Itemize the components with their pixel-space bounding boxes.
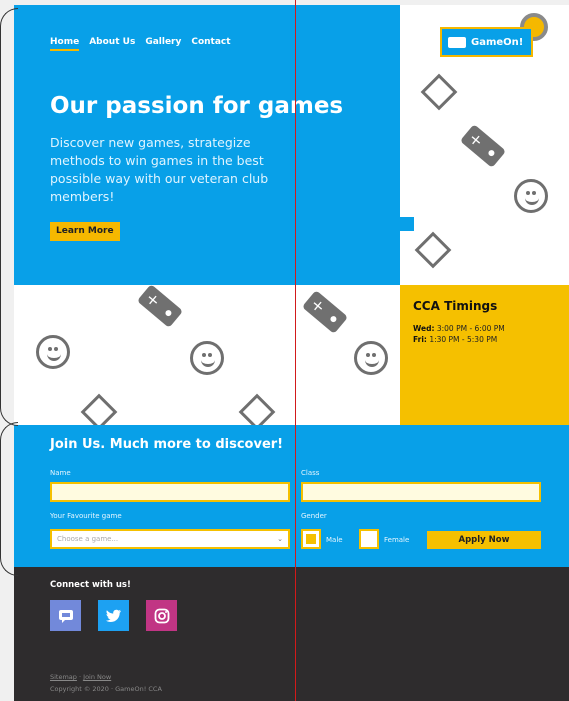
pixel-block xyxy=(358,245,372,259)
gamepad-icon xyxy=(301,290,349,334)
logo-text: GameOn! xyxy=(471,36,524,48)
timings-fri: Fri: 1:30 PM - 5:30 PM xyxy=(413,335,498,344)
main-nav: Home About Us Gallery Contact xyxy=(50,37,231,51)
instagram-icon[interactable] xyxy=(146,600,177,631)
site-logo[interactable]: GameOn! xyxy=(440,27,533,57)
nav-contact[interactable]: Contact xyxy=(191,37,230,51)
pixel-block xyxy=(330,271,344,285)
sitemap-link[interactable]: Sitemap xyxy=(50,673,77,681)
learn-more-button[interactable]: Learn More xyxy=(50,222,120,241)
favourite-game-label: Your Favourite game xyxy=(50,512,122,520)
timings-title: CCA Timings xyxy=(413,299,498,313)
pixel-block xyxy=(372,231,386,245)
pixel-block xyxy=(400,217,414,231)
chevron-down-icon: ⌄ xyxy=(277,535,283,543)
twitter-icon[interactable] xyxy=(98,600,129,631)
nav-about[interactable]: About Us xyxy=(89,37,135,51)
connect-title: Connect with us! xyxy=(50,580,131,590)
footer: Connect with us! Sitemap · Join Now Copy… xyxy=(14,567,569,701)
gender-label: Gender xyxy=(301,512,327,520)
pixel-block xyxy=(344,259,358,273)
apply-now-button[interactable]: Apply Now xyxy=(427,531,541,549)
hero-section: Home About Us Gallery Contact Our passio… xyxy=(14,5,400,285)
gamepad-icon xyxy=(448,36,466,48)
pixel-block xyxy=(386,271,400,285)
cca-timings-panel: CCA Timings Wed: 3:00 PM - 6:00 PM Fri: … xyxy=(400,285,569,425)
favourite-game-select[interactable]: Choose a game... ⌄ xyxy=(50,529,290,549)
smiley-icon xyxy=(190,341,224,375)
smiley-icon xyxy=(354,341,388,375)
nav-home[interactable]: Home xyxy=(50,37,80,51)
hero-title: Our passion for games xyxy=(50,93,344,119)
class-label: Class xyxy=(301,469,320,477)
left-bracket-overlay xyxy=(0,422,18,576)
timings-wed: Wed: 3:00 PM - 6:00 PM xyxy=(413,324,505,333)
join-title: Join Us. Much more to discover! xyxy=(50,437,284,452)
smiley-icon xyxy=(36,335,70,369)
red-guide-line xyxy=(295,0,296,701)
footer-links: Sitemap · Join Now xyxy=(50,673,111,681)
page: Home About Us Gallery Contact Our passio… xyxy=(14,5,569,701)
name-label: Name xyxy=(50,469,71,477)
diamond-icon xyxy=(420,73,458,111)
class-field[interactable] xyxy=(301,482,541,502)
female-label: Female xyxy=(384,536,410,544)
name-field[interactable] xyxy=(50,482,290,502)
gamepad-icon xyxy=(136,284,184,328)
smiley-icon xyxy=(514,179,548,213)
pixel-block xyxy=(358,271,372,285)
link-separator: · xyxy=(79,673,82,681)
gender-male-radio[interactable] xyxy=(301,529,321,549)
male-label: Male xyxy=(326,536,343,544)
gamepad-icon xyxy=(459,124,507,168)
join-section: Join Us. Much more to discover! Name Cla… xyxy=(14,425,569,567)
screenshot-frame: Home About Us Gallery Contact Our passio… xyxy=(0,0,569,701)
pixel-block xyxy=(386,245,400,259)
hero-description: Discover new games, strategize methods t… xyxy=(50,135,269,204)
diamond-icon xyxy=(414,231,452,269)
join-now-link[interactable]: Join Now xyxy=(83,673,111,681)
left-bracket-overlay xyxy=(0,8,18,426)
discord-icon[interactable] xyxy=(50,600,81,631)
copyright-text: Copyright © 2020 · GameOn! CCA xyxy=(50,685,162,693)
pixel-block xyxy=(372,259,386,273)
select-placeholder: Choose a game... xyxy=(57,535,119,543)
gender-female-radio[interactable] xyxy=(359,529,379,549)
nav-gallery[interactable]: Gallery xyxy=(145,37,181,51)
